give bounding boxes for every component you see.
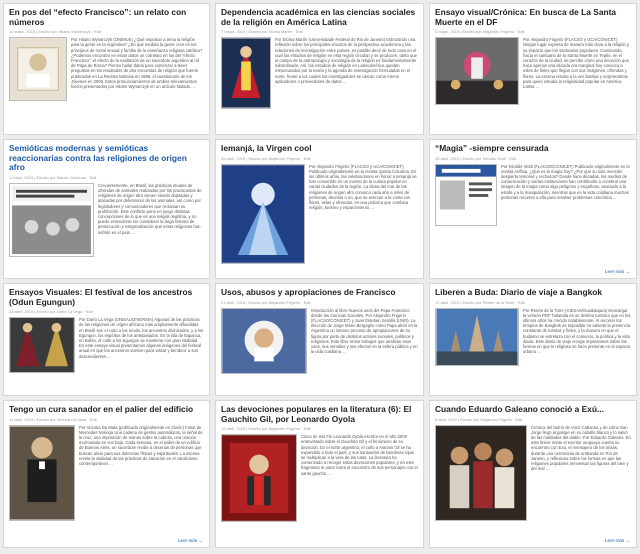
post-title[interactable]: Ensayos Visuales: El festival de los anc… xyxy=(9,287,204,307)
post-title[interactable]: En pos del “efecto Francisco”: un relato… xyxy=(9,7,204,27)
post-title[interactable]: Cuando Eduardo Galeano conoció a Exú... xyxy=(435,404,631,415)
post-card: “Magia” -siempre censurada 28 abril, 201… xyxy=(429,139,637,279)
post-title[interactable]: Usos, abusos y apropiaciones de Francisc… xyxy=(221,287,418,298)
post-title[interactable]: Semióticas modernas y semióticas reaccio… xyxy=(9,143,204,173)
post-meta: 5 mayo, 2015 | Escrito por Alejandro Fri… xyxy=(435,29,525,35)
post-thumbnail[interactable] xyxy=(435,424,527,521)
read-more-link[interactable]: Leer más → xyxy=(605,269,630,274)
post-card: Las devociones populares en la literatur… xyxy=(215,400,424,548)
post-card: En pos del “efecto Francisco”: un relato… xyxy=(3,3,210,135)
post-thumbnail[interactable] xyxy=(435,163,497,226)
post-title[interactable]: Tengo un cura sanador en el palier del e… xyxy=(9,404,204,415)
post-thumbnail[interactable] xyxy=(435,37,519,106)
post-meta: 14 abril, 2015 | Escrito por Victoria Da… xyxy=(9,416,97,422)
post-title[interactable]: “Magia” -siempre censurada xyxy=(435,143,631,154)
post-thumbnail[interactable] xyxy=(221,307,307,374)
post-card: Usos, abusos y apropiaciones de Francisc… xyxy=(215,283,424,396)
post-meta: 8 abril, 2015 | Escrito por Alejandro Fr… xyxy=(435,416,523,422)
post-meta: 11 mayo, 2015 | Escrito por Hilario Wyna… xyxy=(9,29,102,35)
post-meta: 10 abril, 2015 | Escrito por Alejandro F… xyxy=(221,426,311,432)
post-title[interactable]: Las devociones populares en la literatur… xyxy=(221,404,418,424)
post-thumbnail[interactable] xyxy=(221,434,297,523)
blog-post-grid: En pos del “efecto Francisco”: un relato… xyxy=(0,0,640,554)
post-thumbnail[interactable] xyxy=(221,163,305,264)
post-title[interactable]: Ensayo visual/Crónica: En busca de La Sa… xyxy=(435,7,631,27)
post-meta: 28 abril, 2015 | Escrito por Nicolás Vio… xyxy=(435,155,517,161)
post-thumbnail[interactable] xyxy=(9,424,75,521)
post-meta: 7 mayo, 2015 | Escrito por Eloísa Martín… xyxy=(221,29,303,35)
post-card: Liberen a Buda: Diario de viaje a Bangko… xyxy=(429,283,637,396)
post-card: Semióticas modernas y semióticas reaccio… xyxy=(3,139,210,279)
post-card: Tengo un cura sanador en el palier del e… xyxy=(3,400,210,548)
post-meta: 21 abril, 2015 | Escrito por Alejandro F… xyxy=(221,299,311,305)
post-meta: 1 mayo, 2015 | Escrito por Marcio Goldma… xyxy=(9,174,97,180)
read-more-link[interactable]: Leer más → xyxy=(605,538,630,543)
post-thumbnail[interactable] xyxy=(221,37,271,110)
post-title[interactable]: Iemanjá, la Virgen cool xyxy=(221,143,418,154)
post-card: Ensayos Visuales: El festival de los anc… xyxy=(3,283,210,396)
post-card: Dependencia académica en las ciencias so… xyxy=(215,3,424,135)
post-meta: 24 abril, 2015 | Escrito por Darío La Ve… xyxy=(9,309,93,315)
post-card: Iemanjá, la Virgen cool 30 abril, 2015 |… xyxy=(215,139,424,279)
post-meta: 30 abril, 2015 | Escrito por Alejandro F… xyxy=(221,155,311,161)
post-card: Ensayo visual/Crónica: En busca de La Sa… xyxy=(429,3,637,135)
post-title[interactable]: Liberen a Buda: Diario de viaje a Bangko… xyxy=(435,287,631,298)
read-more-link[interactable]: Leer más → xyxy=(178,538,203,543)
post-thumbnail[interactable] xyxy=(9,182,94,257)
post-thumbnail[interactable] xyxy=(9,37,67,102)
post-card: Cuando Eduardo Galeano conoció a Exú... … xyxy=(429,400,637,548)
post-title[interactable]: Dependencia académica en las ciencias so… xyxy=(221,7,418,27)
post-meta: 17 abril, 2015 | Escrito por Renée de la… xyxy=(435,299,525,305)
post-thumbnail[interactable] xyxy=(435,307,519,366)
post-thumbnail[interactable] xyxy=(9,317,75,374)
